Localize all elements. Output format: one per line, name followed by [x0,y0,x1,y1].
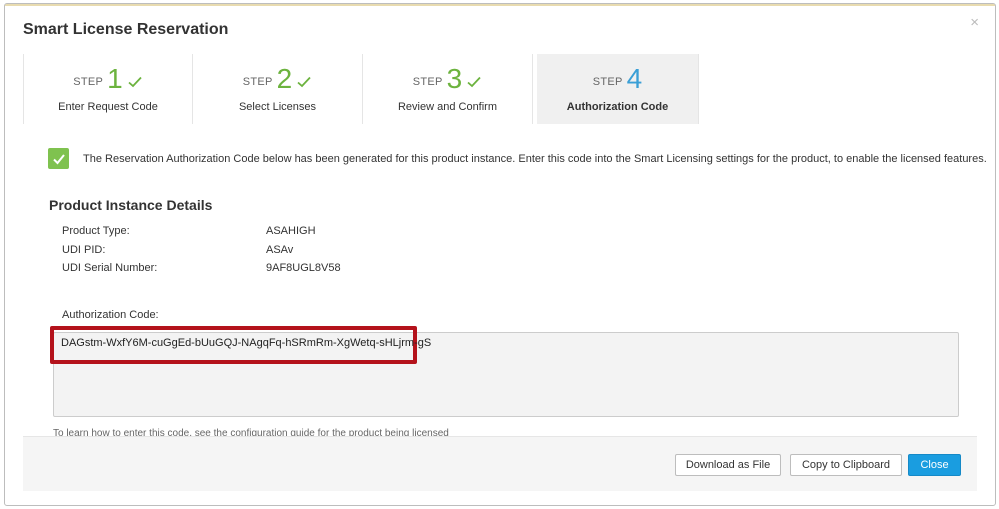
detail-value: ASAv [266,244,294,256]
check-icon [467,76,481,88]
step-word: STEP [412,76,443,88]
step-word: STEP [73,76,104,88]
step-4: STEP 4 Authorization Code [537,54,699,124]
authorization-code-value[interactable]: DAGstm-WxfY6M-cuGgEd-bUuGQJ-NAgqFq-hSRmR… [61,337,431,349]
step-2: STEP 2 Select Licenses [193,54,363,124]
window-top-edge [5,4,995,6]
step-label: Enter Request Code [58,101,158,113]
step-word: STEP [592,76,623,88]
step-number: 1 [107,63,123,94]
step-3: STEP 3 Review and Confirm [363,54,533,124]
section-title: Product Instance Details [49,197,213,213]
check-icon [297,76,311,88]
notice-text: The Reservation Authorization Code below… [83,152,987,165]
stepper: STEP 1 Enter Request Code STEP 2 Select … [23,54,699,124]
success-notice: The Reservation Authorization Code below… [48,148,987,169]
download-as-file-button[interactable]: Download as File [675,454,781,476]
detail-value: 9AF8UGL8V58 [266,262,341,274]
step-label: Review and Confirm [397,101,498,113]
detail-row-udi-pid: UDI PID: ASAv [62,244,293,256]
close-icon[interactable]: × [970,14,979,31]
authorization-code-label: Authorization Code: [62,309,159,321]
detail-row-product-type: Product Type: ASAHIGH [62,225,316,237]
dialog-footer: Download as File Copy to Clipboard Close [23,436,977,491]
step-label: Authorization Code [566,101,669,113]
step-1: STEP 1 Enter Request Code [23,54,193,124]
copy-to-clipboard-button[interactable]: Copy to Clipboard [790,454,902,476]
step-number: 2 [276,63,293,94]
step-number: 4 [626,63,643,94]
check-icon [128,76,142,88]
detail-key: Product Type: [62,225,130,237]
close-button[interactable]: Close [908,454,961,476]
detail-key: UDI Serial Number: [62,262,158,274]
dialog: Smart License Reservation × STEP 1 Enter… [4,3,996,506]
detail-value: ASAHIGH [266,225,316,237]
step-word: STEP [242,76,273,88]
checkbox-checked-icon [48,148,69,169]
dialog-title: Smart License Reservation [23,21,229,38]
detail-key: UDI PID: [62,244,106,256]
detail-row-udi-serial: UDI Serial Number: 9AF8UGL8V58 [62,262,341,274]
step-number: 3 [446,63,463,94]
step-label: Select Licenses [238,101,317,113]
